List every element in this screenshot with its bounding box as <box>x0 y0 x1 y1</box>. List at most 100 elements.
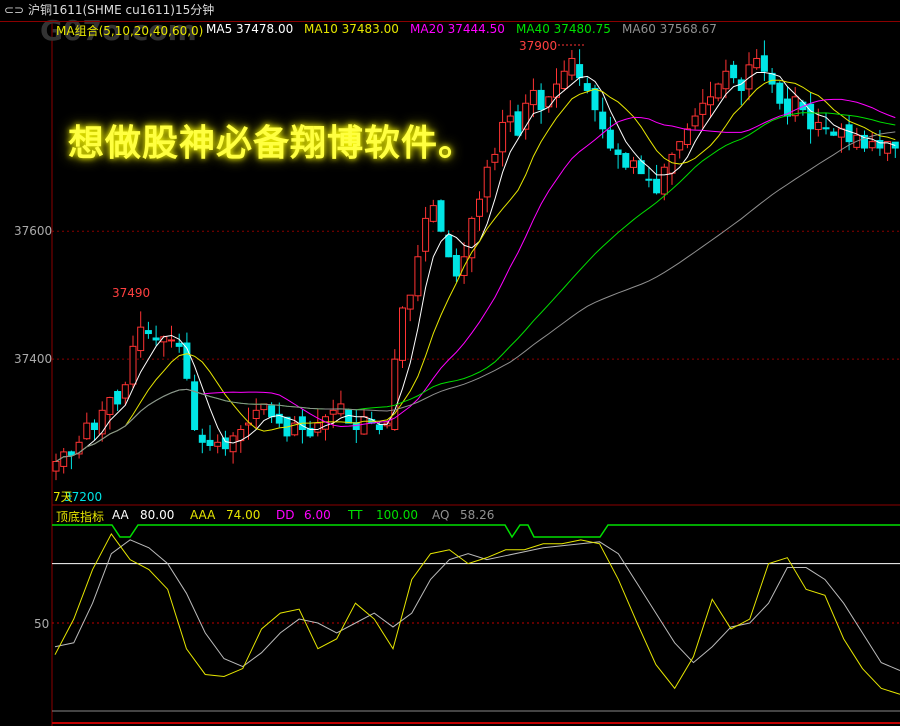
chart-title: 沪铜1611(SHME cu1611)15分钟 <box>27 3 215 17</box>
candle-down <box>445 234 453 258</box>
candle-up <box>476 198 483 217</box>
indicator-name[interactable]: 顶底指标 <box>56 508 104 525</box>
candle-down <box>606 129 614 149</box>
candle-up <box>52 460 60 472</box>
candle-up <box>753 57 761 69</box>
candle-up <box>106 397 114 415</box>
ma-group-label[interactable]: MA组合(5,10,20,40,60,0) <box>56 22 203 39</box>
candle-up <box>121 384 129 399</box>
candle-up <box>491 153 499 163</box>
candle-up <box>314 422 322 433</box>
candle-up <box>329 409 337 415</box>
candle-down <box>830 131 838 136</box>
candle-up <box>814 121 822 130</box>
candle-up <box>252 409 260 420</box>
candle-down <box>514 111 522 136</box>
tt-line <box>52 524 900 539</box>
ma10-value: MA10 37483.00 <box>304 22 399 36</box>
candle-down <box>221 437 229 450</box>
candle-down <box>91 422 98 431</box>
candle-up <box>630 160 637 168</box>
slogan-overlay: 想做股神必备翔博软件。 <box>68 122 476 164</box>
candle-up <box>406 294 414 310</box>
candle-up <box>229 435 237 453</box>
candle-down <box>198 434 206 443</box>
ma40-value: MA40 37480.75 <box>516 22 611 36</box>
candle-down <box>576 64 584 79</box>
indicator-white-line <box>54 539 900 671</box>
aq-value: 58.26 <box>460 508 495 522</box>
candle-down <box>437 200 445 232</box>
candle-up <box>529 89 537 106</box>
candle-up <box>660 166 668 195</box>
candle-down <box>822 127 830 130</box>
candle-up <box>137 326 145 352</box>
candle-down <box>845 124 853 143</box>
days-annotation: 7天 <box>53 490 73 504</box>
high-annotation: 37900 <box>519 39 558 53</box>
link-icon[interactable]: ⊂⊃ <box>4 3 24 17</box>
candle-up <box>483 166 491 198</box>
candle-up <box>129 345 137 385</box>
candle-up <box>168 339 175 342</box>
candle-up <box>868 141 876 149</box>
price-label-37400: 37400 <box>14 352 53 366</box>
candle-up <box>699 102 707 115</box>
candle-up <box>522 102 530 130</box>
candle-down <box>144 330 152 335</box>
candle-up <box>714 83 722 99</box>
candle-up <box>722 70 730 90</box>
candle-down <box>268 405 276 418</box>
candle-up <box>83 422 91 440</box>
ma60-line <box>55 131 896 462</box>
candle-down <box>114 391 122 405</box>
candle-down <box>452 254 460 277</box>
candle-down <box>776 82 784 104</box>
candle-up <box>791 96 799 117</box>
candle-down <box>760 55 768 72</box>
candle-down <box>653 178 661 194</box>
candle-up <box>414 256 422 297</box>
price-label-37600: 37600 <box>14 224 53 238</box>
tt-label: TT <box>348 508 363 522</box>
candle-up <box>560 70 568 89</box>
candle-up <box>568 57 576 76</box>
dd-value: 6.00 <box>304 508 331 522</box>
candle-down <box>622 153 630 168</box>
ma20-value: MA20 37444.50 <box>410 22 505 36</box>
aaa-value: 74.00 <box>226 508 261 522</box>
candle-down <box>583 83 591 91</box>
candle-down <box>537 89 545 111</box>
candle-up <box>668 153 676 174</box>
candle-up <box>707 96 714 106</box>
candle-up <box>745 64 753 90</box>
title-bar: ⊂⊃ 沪铜1611(SHME cu1611)15分钟 <box>0 0 900 22</box>
aaa-label: AAA <box>190 508 216 522</box>
candle-up <box>360 416 368 435</box>
candle-down <box>730 64 738 79</box>
kline-chart[interactable] <box>0 0 900 726</box>
candle-up <box>399 307 406 361</box>
candle-down <box>614 149 622 155</box>
candle-up <box>545 96 553 108</box>
candle-up <box>429 205 437 222</box>
candle-down <box>152 337 160 341</box>
candle-up <box>422 217 430 252</box>
indicator-yellow-line <box>54 532 900 695</box>
tt-value: 100.00 <box>376 508 418 522</box>
indicator-axis-label: 50 <box>34 617 50 631</box>
aa-label: AA <box>112 508 129 522</box>
candle-up <box>837 128 845 138</box>
aq-label: AQ <box>432 508 450 522</box>
candle-down <box>191 381 199 431</box>
candle-down <box>645 178 653 181</box>
ma60-value: MA60 37568.67 <box>622 22 717 36</box>
candle-up <box>60 451 68 467</box>
candle-up <box>214 441 222 447</box>
candle-down <box>67 451 75 456</box>
local-high-annotation: 37490 <box>112 286 151 300</box>
aa-value: 80.00 <box>140 508 175 522</box>
candle-up <box>98 409 106 435</box>
candle-down <box>206 439 214 447</box>
candle-down <box>375 424 383 431</box>
